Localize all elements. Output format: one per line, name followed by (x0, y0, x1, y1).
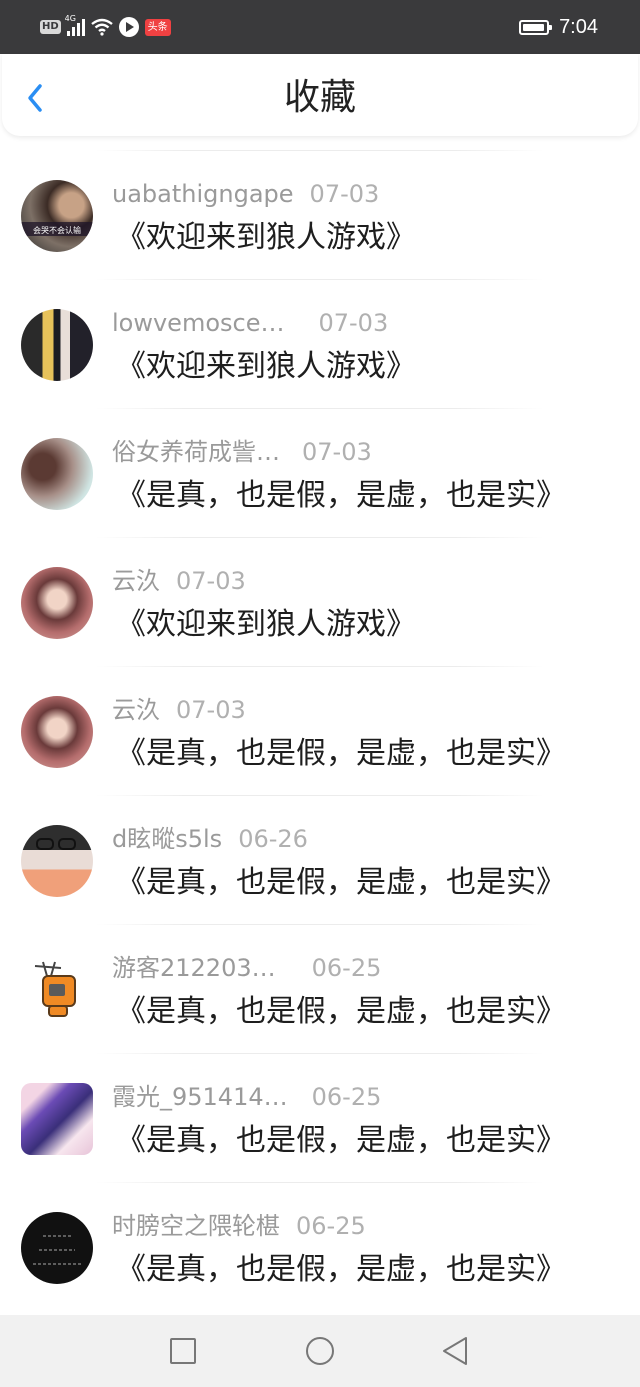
avatar[interactable]: 会哭不会认输 (21, 180, 93, 252)
item-title[interactable]: 《是真，也是假，是虚，也是实》 (116, 1121, 566, 1161)
network-type: 4G (64, 14, 76, 23)
favorite-item[interactable]: 霞光_951414… 06-25 《是真，也是假，是虚，也是实》 (0, 1053, 640, 1182)
date: 06-25 (311, 1083, 382, 1111)
item-meta: uabathigngape 07-03 (112, 176, 379, 212)
circle-icon (306, 1337, 334, 1365)
date: 07-03 (318, 309, 389, 337)
item-title[interactable]: 《欢迎来到狼人游戏》 (116, 347, 416, 387)
username[interactable]: 云汣 (112, 567, 160, 595)
home-button[interactable] (302, 1333, 338, 1369)
avatar[interactable] (21, 825, 93, 897)
favorite-item[interactable]: 云汣 07-03 《是真，也是假，是虚，也是实》 (0, 666, 640, 795)
divider (96, 924, 544, 925)
status-bar: HD 4G 头条 7:04 (0, 0, 640, 54)
item-title[interactable]: 《欢迎来到狼人游戏》 (116, 218, 416, 258)
username[interactable]: 云汣 (112, 696, 160, 724)
wifi-icon (90, 18, 113, 36)
item-meta: 云汣 07-03 (112, 692, 246, 728)
favorites-list: 会哭不会认输 uabathigngape 07-03 《欢迎来到狼人游戏》 low… (0, 150, 640, 1311)
divider (96, 408, 544, 409)
username[interactable]: lowvemosce… (112, 309, 284, 337)
date: 07-03 (302, 438, 372, 466)
nav-back-button[interactable] (438, 1333, 474, 1369)
avatar[interactable] (21, 309, 93, 381)
favorite-item[interactable]: d眩暰s5ls 06-26 《是真，也是假，是虚，也是实》 (0, 795, 640, 924)
username[interactable]: uabathigngape (112, 180, 294, 208)
item-meta: 游客212203… 06-25 (112, 950, 381, 986)
divider (96, 666, 544, 667)
news-app-icon: 头条 (144, 18, 171, 36)
item-title[interactable]: 《是真，也是假，是虚，也是实》 (116, 734, 566, 774)
item-meta: lowvemosce… 07-03 (112, 305, 388, 341)
divider (96, 795, 544, 796)
item-title[interactable]: 《是真，也是假，是虚，也是实》 (116, 1250, 566, 1290)
item-meta: d眩暰s5ls 06-26 (112, 821, 308, 857)
avatar[interactable] (21, 954, 93, 1026)
robot-icon (34, 961, 76, 1017)
clock: 7:04 (559, 15, 598, 38)
avatar[interactable] (21, 1212, 93, 1284)
divider (96, 537, 544, 538)
username[interactable]: 游客212203… (112, 954, 276, 982)
date: 06-25 (311, 954, 382, 982)
avatar[interactable] (21, 438, 93, 510)
date: 06-25 (296, 1212, 366, 1240)
item-title[interactable]: 《是真，也是假，是虚，也是实》 (116, 863, 566, 903)
triangle-back-icon (443, 1337, 467, 1365)
avatar[interactable] (21, 567, 93, 639)
app-header: 收藏 (2, 54, 638, 136)
username[interactable]: 俗女养荷成訾… (112, 438, 280, 466)
divider (96, 279, 544, 280)
date: 06-26 (238, 825, 308, 853)
battery-icon (519, 19, 553, 35)
divider (96, 1182, 544, 1183)
item-meta: 云汣 07-03 (112, 563, 246, 599)
favorite-item[interactable]: 俗女养荷成訾… 07-03 《是真，也是假，是虚，也是实》 (0, 408, 640, 537)
item-meta: 时膀空之隈轮椹 06-25 (112, 1208, 366, 1244)
favorite-item[interactable]: 会哭不会认输 uabathigngape 07-03 《欢迎来到狼人游戏》 (0, 150, 640, 279)
video-app-icon (118, 17, 139, 37)
favorite-item[interactable]: 游客212203… 06-25 《是真，也是假，是虚，也是实》 (0, 924, 640, 1053)
hd-badge: HD (40, 20, 61, 34)
divider (96, 1053, 544, 1054)
square-icon (170, 1338, 196, 1364)
date: 07-03 (176, 696, 246, 724)
date: 07-03 (309, 180, 380, 208)
avatar-caption: 会哭不会认输 (33, 225, 81, 235)
favorite-item[interactable]: 时膀空之隈轮椹 06-25 《是真，也是假，是虚，也是实》 (0, 1182, 640, 1311)
item-meta: 俗女养荷成訾… 07-03 (112, 434, 372, 470)
recent-apps-button[interactable] (165, 1333, 201, 1369)
divider (96, 150, 544, 151)
status-icons-left: HD 4G 头条 (40, 14, 171, 40)
username[interactable]: 霞光_951414… (112, 1083, 288, 1111)
avatar[interactable] (21, 696, 93, 768)
username[interactable]: 时膀空之隈轮椹 (112, 1212, 280, 1240)
item-title[interactable]: 《欢迎来到狼人游戏》 (116, 605, 416, 645)
signal-icon: 4G (65, 14, 85, 36)
favorite-item[interactable]: 云汣 07-03 《欢迎来到狼人游戏》 (0, 537, 640, 666)
status-icons-right: 7:04 (519, 14, 598, 40)
avatar[interactable] (21, 1083, 93, 1155)
date: 07-03 (176, 567, 246, 595)
system-nav-bar (0, 1315, 640, 1387)
item-meta: 霞光_951414… 06-25 (112, 1079, 381, 1115)
favorite-item[interactable]: lowvemosce… 07-03 《欢迎来到狼人游戏》 (0, 279, 640, 408)
page-title: 收藏 (283, 77, 356, 118)
item-title[interactable]: 《是真，也是假，是虚，也是实》 (116, 992, 566, 1032)
item-title[interactable]: 《是真，也是假，是虚，也是实》 (116, 476, 566, 516)
username[interactable]: d眩暰s5ls (112, 825, 222, 853)
